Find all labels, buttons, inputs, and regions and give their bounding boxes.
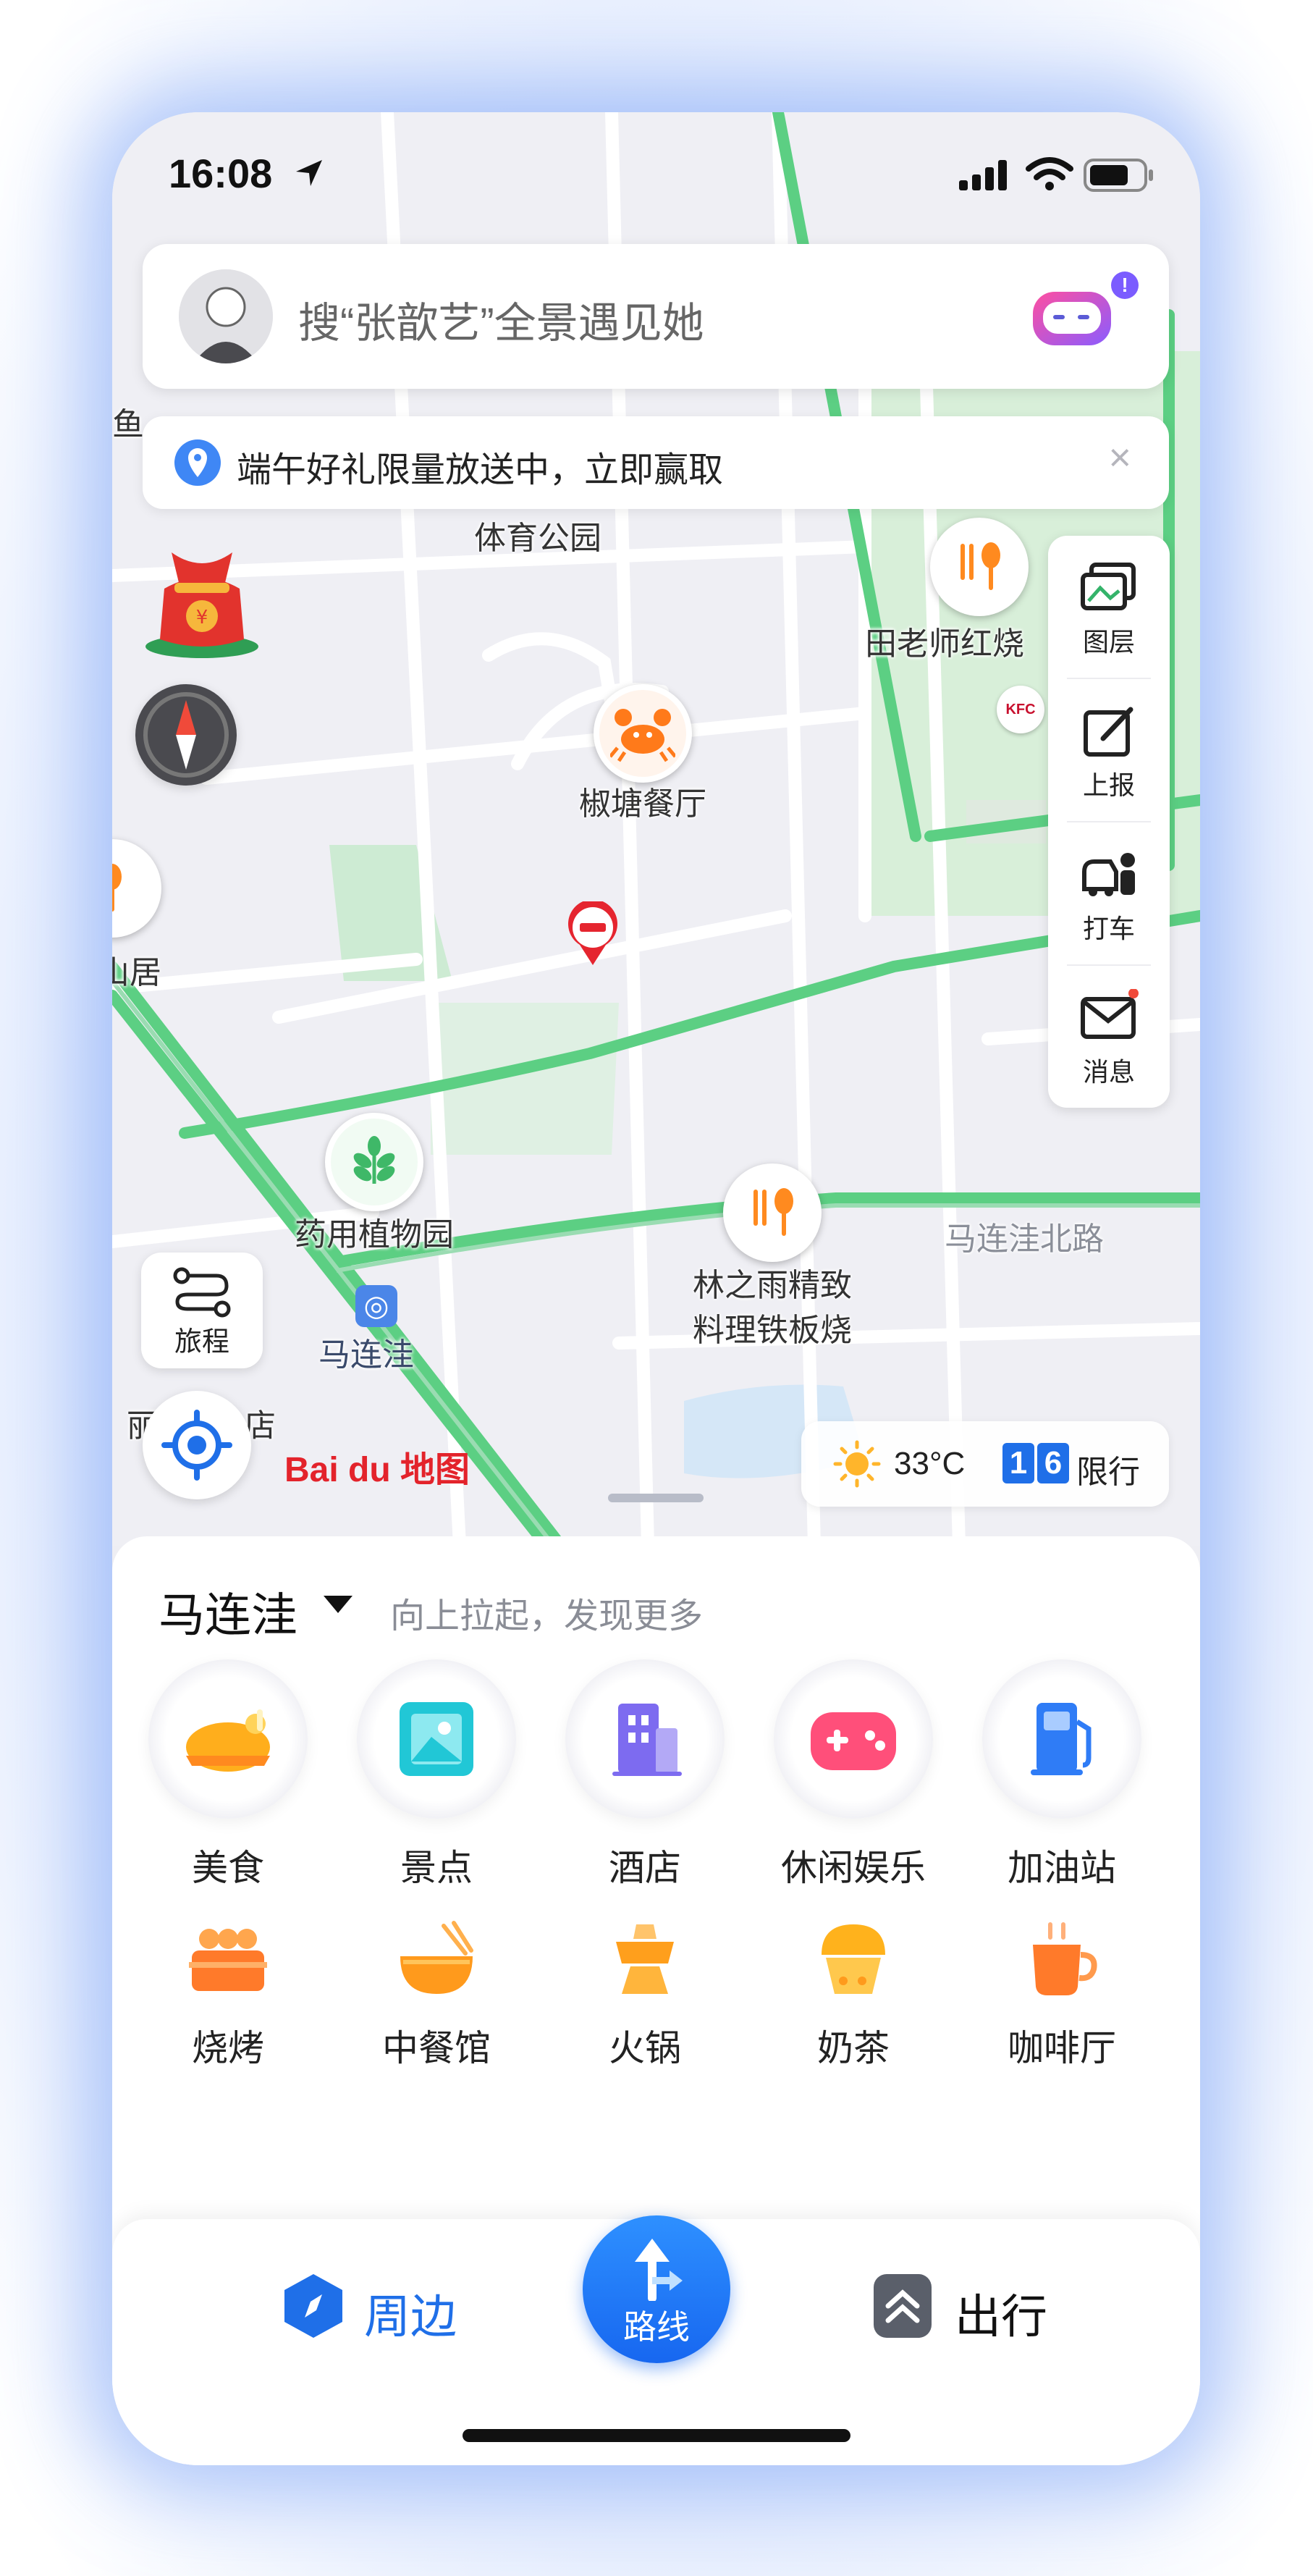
route-button[interactable]: 路线 bbox=[583, 2215, 730, 2363]
category-milk-tea[interactable]: 奶茶 bbox=[767, 1920, 940, 2071]
milk-tea-icon bbox=[822, 1924, 885, 1994]
baidu-map-logo: Bai du 地图 bbox=[284, 1451, 470, 1489]
battery-icon bbox=[1084, 159, 1153, 192]
crosshair-icon bbox=[161, 1410, 232, 1481]
category-entertainment[interactable]: 休闲娱乐 bbox=[767, 1659, 940, 1891]
rice-bowl-icon bbox=[400, 1921, 473, 1994]
map-label-malianwa-north-road: 马连洼北路 bbox=[945, 1221, 1104, 1257]
compass-icon bbox=[143, 692, 229, 778]
close-icon[interactable]: × bbox=[1108, 435, 1131, 480]
user-avatar-icon bbox=[179, 269, 273, 363]
restriction-label: 限行 bbox=[1076, 1455, 1140, 1490]
promo-notice[interactable]: 端午好礼限量放送中，立即赢取 × bbox=[143, 416, 1169, 509]
edit-report-icon bbox=[1084, 707, 1133, 757]
map-toolbar: 图层 上报 打车 消息 bbox=[1048, 536, 1170, 1108]
hotel-building-icon bbox=[565, 1659, 725, 1819]
bbq-icon bbox=[189, 1929, 267, 1991]
red-envelope-bag-icon[interactable]: ¥ bbox=[143, 538, 266, 661]
category-cafe[interactable]: 咖啡厅 bbox=[975, 1920, 1149, 2071]
trip-button[interactable]: 旅程 bbox=[141, 1253, 263, 1368]
map-label-fish: 鱼 bbox=[112, 407, 144, 442]
mail-icon bbox=[1081, 989, 1139, 1039]
category-chinese-restaurant[interactable]: 中餐馆 bbox=[350, 1920, 523, 2071]
crab-icon bbox=[610, 709, 675, 762]
fuel-pump-icon bbox=[982, 1659, 1141, 1819]
leaf-icon bbox=[353, 1136, 395, 1184]
poi-lin-zhiyu[interactable] bbox=[723, 1163, 822, 1262]
map-view[interactable]: 16:08 鱼 体育公园 田老师红烧 椒塘餐厅 山居 药用植物园 林之雨精致 料… bbox=[112, 112, 1200, 1546]
turn-arrow-icon bbox=[635, 2239, 683, 2301]
kfc-marker[interactable]: KFC bbox=[997, 686, 1044, 733]
tool-messages[interactable]: 消息 bbox=[1048, 966, 1170, 1108]
nav-travel[interactable]: 出行 bbox=[871, 2271, 1102, 2351]
tool-layers[interactable]: 图层 bbox=[1048, 536, 1170, 678]
fork-spoon-icon bbox=[112, 864, 122, 912]
map-label-sports-park[interactable]: 体育公园 bbox=[474, 512, 601, 558]
layers-icon bbox=[1081, 563, 1136, 610]
category-hotpot[interactable]: 火锅 bbox=[558, 1920, 732, 2071]
taxi-driver-icon bbox=[1082, 853, 1135, 896]
picture-icon bbox=[357, 1659, 516, 1819]
location-arrow-icon bbox=[296, 160, 322, 186]
home-indicator bbox=[463, 2429, 850, 2442]
sun-icon bbox=[833, 1440, 881, 1488]
ai-assistant-button[interactable]: ! bbox=[1030, 272, 1139, 348]
restriction-digit: 1 bbox=[1002, 1443, 1034, 1483]
map-label-lin-zhiyu-line1[interactable]: 林之雨精致 bbox=[693, 1263, 852, 1308]
notification-badge: ! bbox=[1111, 272, 1139, 299]
category-gas-station[interactable]: 加油站 bbox=[975, 1659, 1149, 1891]
search-bar[interactable]: 搜“张歆艺”全景遇见她 ! bbox=[143, 244, 1169, 389]
roast-chicken-icon bbox=[148, 1659, 308, 1819]
category-food[interactable]: 美食 bbox=[141, 1659, 315, 1891]
category-hotel[interactable]: 酒店 bbox=[558, 1659, 732, 1891]
coffee-cup-icon bbox=[1033, 1922, 1097, 1995]
avatar[interactable] bbox=[179, 269, 273, 363]
location-pin-icon bbox=[174, 439, 221, 486]
drag-handle[interactable] bbox=[608, 1494, 704, 1502]
temperature: 33°C bbox=[894, 1446, 966, 1481]
wifi-icon bbox=[1026, 157, 1073, 190]
tool-taxi[interactable]: 打车 bbox=[1048, 822, 1170, 964]
compass-hexagon-icon bbox=[284, 2274, 342, 2338]
restriction-digit: 6 bbox=[1037, 1443, 1069, 1483]
status-time: 16:08 bbox=[169, 151, 273, 196]
chevron-down-icon[interactable] bbox=[324, 1596, 352, 1613]
map-label-yaoyong[interactable]: 药用植物园 bbox=[295, 1213, 454, 1258]
fork-spoon-icon bbox=[961, 542, 1000, 590]
current-location[interactable]: 马连洼 bbox=[159, 1578, 297, 1645]
pull-up-hint: 向上拉起，发现更多 bbox=[390, 1597, 704, 1636]
weather-widget[interactable]: 33°C 1 6 限行 bbox=[801, 1421, 1169, 1507]
map-label-tian-laoshi[interactable]: 田老师红烧 bbox=[865, 618, 1024, 664]
route-trip-icon bbox=[173, 1267, 231, 1318]
signal-icon bbox=[959, 160, 1007, 190]
map-label-malianwa-station[interactable]: 马连洼 bbox=[318, 1329, 414, 1375]
category-scenic[interactable]: 景点 bbox=[350, 1659, 523, 1891]
search-placeholder[interactable]: 搜“张歆艺”全景遇见她 bbox=[298, 289, 704, 350]
fork-spoon-icon bbox=[753, 1188, 793, 1236]
notice-text[interactable]: 端午好礼限量放送中，立即赢取 bbox=[237, 441, 723, 492]
status-bar: 16:08 bbox=[112, 112, 1200, 221]
locate-me-button[interactable] bbox=[143, 1391, 251, 1499]
poi-tian-laoshi[interactable] bbox=[930, 518, 1029, 616]
map-label-lin-zhiyu-line2[interactable]: 料理铁板烧 bbox=[693, 1308, 852, 1353]
subway-icon[interactable]: ◎ bbox=[355, 1285, 397, 1327]
robot-face-icon bbox=[1033, 292, 1111, 345]
svg-text:¥: ¥ bbox=[196, 607, 208, 628]
tool-report[interactable]: 上报 bbox=[1048, 679, 1170, 821]
no-entry-icon bbox=[568, 901, 617, 965]
map-label-jiaotang[interactable]: 椒塘餐厅 bbox=[579, 782, 706, 827]
hotpot-icon bbox=[616, 1924, 674, 1994]
map-label-residence[interactable]: 山居 bbox=[112, 946, 161, 993]
poi-yaoyong[interactable] bbox=[325, 1113, 423, 1211]
chevrons-up-icon bbox=[874, 2274, 932, 2338]
nav-nearby[interactable]: 周边 bbox=[279, 2271, 496, 2351]
category-bbq[interactable]: 烧烤 bbox=[141, 1920, 315, 2071]
gamepad-icon bbox=[774, 1659, 933, 1819]
poi-jiaotang[interactable] bbox=[594, 684, 692, 783]
phone-screen: 16:08 鱼 体育公园 田老师红烧 椒塘餐厅 山居 药用植物园 林之雨精致 料… bbox=[112, 112, 1200, 2465]
compass-button[interactable] bbox=[135, 684, 237, 786]
